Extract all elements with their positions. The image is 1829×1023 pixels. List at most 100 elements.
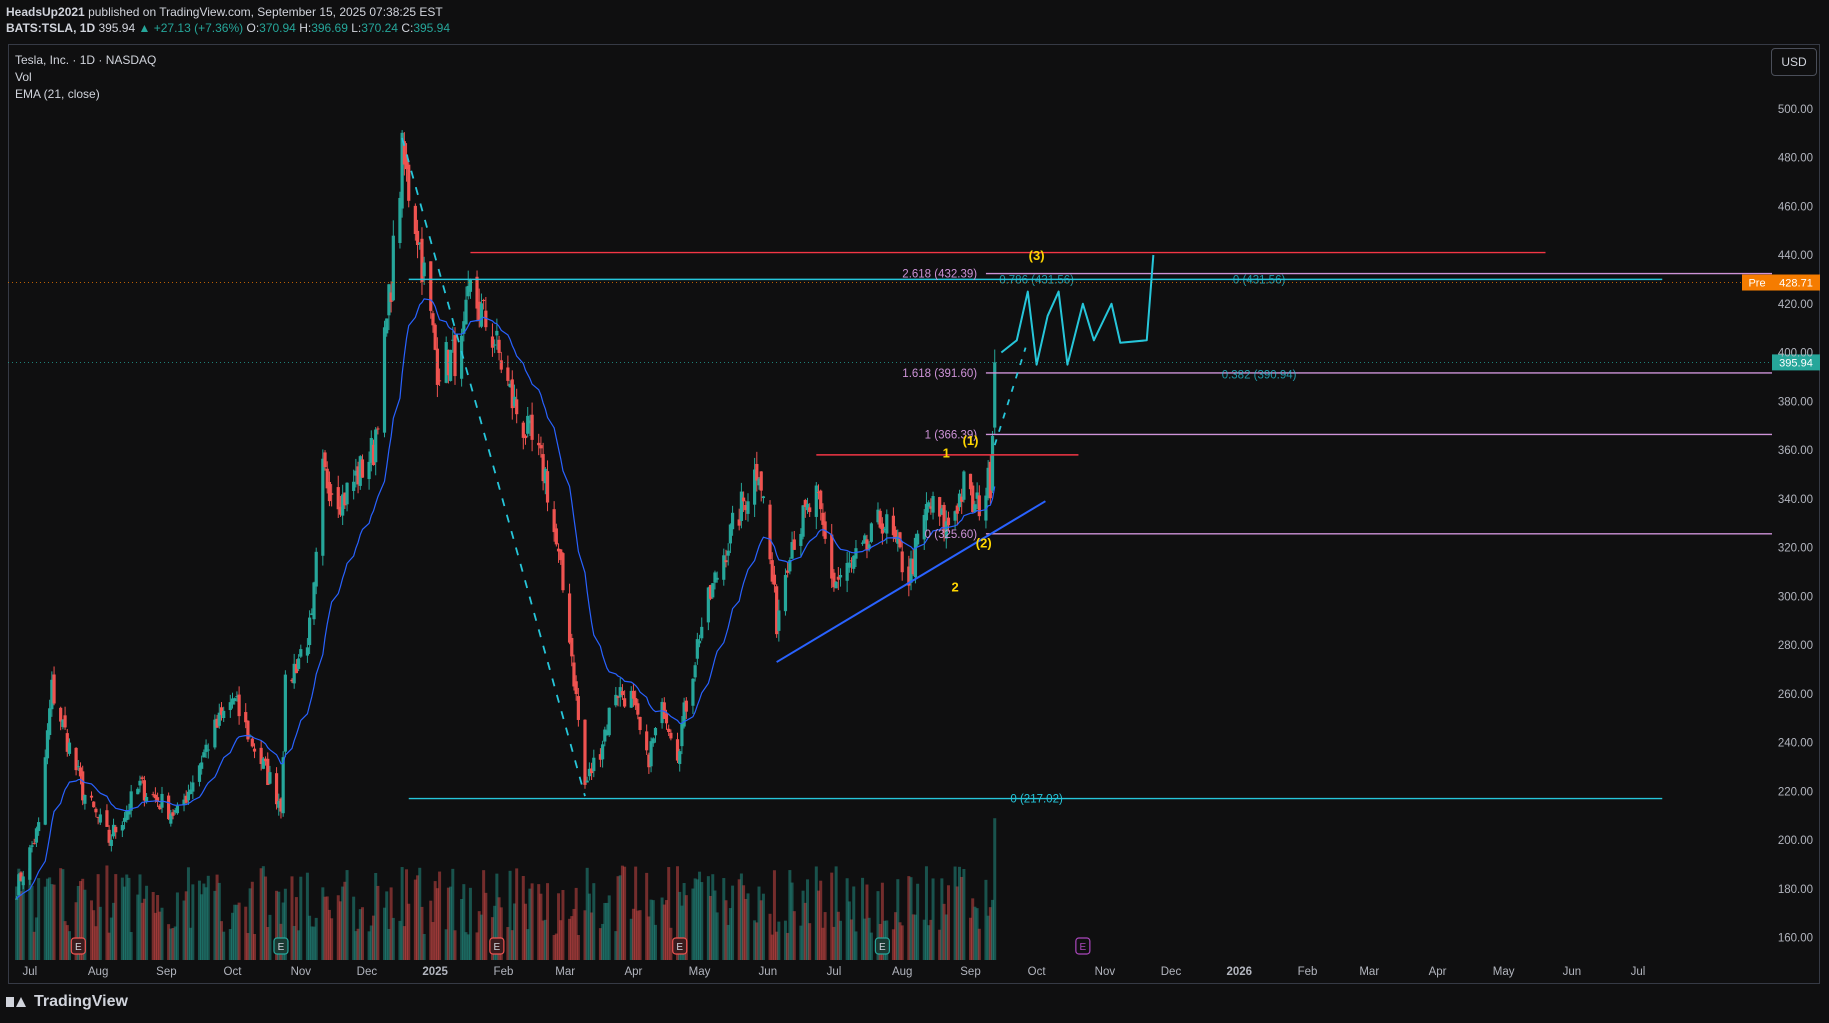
x-tick-label: Dec bbox=[1161, 966, 1182, 978]
projection-path bbox=[1000, 254, 1155, 366]
volume-bar bbox=[360, 907, 364, 960]
candle-body bbox=[916, 533, 920, 545]
volume-bar bbox=[98, 906, 102, 960]
candle-body bbox=[521, 422, 525, 438]
candle-body bbox=[838, 574, 843, 578]
candle-body bbox=[391, 235, 395, 301]
x-tick-label: Nov bbox=[1095, 966, 1116, 978]
candle-body bbox=[741, 497, 746, 502]
fib-extension-label: 1.618 (391.60) bbox=[902, 368, 977, 380]
candle-body bbox=[323, 452, 327, 468]
candle-body bbox=[715, 577, 719, 580]
candle-body bbox=[336, 487, 340, 510]
candle-body bbox=[649, 741, 653, 767]
volume-bar bbox=[977, 928, 981, 960]
chart-legend: Tesla, Inc. · 1D · NASDAQ Vol EMA (21, c… bbox=[15, 52, 156, 103]
volume-bar bbox=[623, 866, 627, 960]
x-tick-label: Mar bbox=[1359, 966, 1379, 978]
volume-bar bbox=[299, 876, 303, 960]
x-tick-label: Oct bbox=[224, 966, 243, 978]
candle-body bbox=[801, 505, 805, 537]
volume-bar bbox=[777, 921, 781, 960]
candle-body bbox=[98, 814, 102, 823]
volume-bar bbox=[607, 895, 611, 960]
volume-bar bbox=[931, 878, 935, 960]
x-tick-label: Jul bbox=[1631, 966, 1646, 978]
volume-bar bbox=[638, 910, 642, 960]
candle-body bbox=[697, 640, 702, 644]
candle-body bbox=[515, 399, 519, 415]
candle-body bbox=[607, 707, 611, 736]
candle-body bbox=[962, 471, 966, 500]
tradingview-brand[interactable]: TradingView bbox=[6, 993, 128, 1011]
candle-body bbox=[576, 696, 580, 720]
fib-retracement-label: 0.382 (390.94) bbox=[1222, 370, 1297, 382]
candle-body bbox=[678, 751, 682, 764]
legend-title[interactable]: Tesla, Inc. · 1D · NASDAQ bbox=[15, 52, 156, 69]
legend-ema[interactable]: EMA (21, close) bbox=[15, 86, 156, 103]
volume-bar bbox=[993, 818, 997, 960]
y-tick-label: 440.00 bbox=[1778, 250, 1813, 262]
volume-bar bbox=[391, 917, 395, 960]
candle-body bbox=[299, 649, 303, 657]
candle-body bbox=[869, 523, 873, 542]
candle-body bbox=[653, 727, 658, 736]
candle-body bbox=[453, 335, 457, 377]
x-tick-label: May bbox=[689, 966, 711, 978]
y-tick-label: 360.00 bbox=[1778, 445, 1813, 457]
candle-body bbox=[583, 719, 587, 785]
volume-bar bbox=[253, 933, 257, 960]
candle-body bbox=[321, 458, 325, 556]
candle-body bbox=[645, 731, 649, 751]
volume-bar bbox=[37, 878, 41, 960]
candle-body bbox=[497, 339, 501, 353]
candle-body bbox=[407, 164, 411, 201]
candle-body bbox=[585, 780, 589, 783]
fib-retracement-label: 0.786 (431.56) bbox=[999, 274, 1074, 286]
candle-body bbox=[726, 550, 730, 556]
x-tick-label: Sep bbox=[156, 966, 176, 978]
candle-body bbox=[200, 762, 204, 769]
volume-bar bbox=[808, 923, 812, 960]
candle-body bbox=[601, 744, 605, 760]
x-tick-label: May bbox=[1493, 966, 1515, 978]
candle-body bbox=[693, 665, 697, 678]
candle-body bbox=[545, 471, 550, 503]
candle-body bbox=[237, 694, 241, 717]
earnings-marker-label: E bbox=[494, 942, 501, 953]
price-chart[interactable]: 2.618 (432.39)1.618 (391.60)1 (366.39)0 … bbox=[0, 0, 1829, 1023]
candle-body bbox=[523, 435, 528, 439]
volume-bar bbox=[145, 885, 149, 960]
candle-body bbox=[367, 461, 371, 480]
candle-body bbox=[755, 463, 759, 481]
candle-body bbox=[15, 898, 19, 900]
candle-body bbox=[499, 360, 503, 370]
candle-body bbox=[429, 261, 433, 311]
fib-retracement-label: 0 (217.02) bbox=[1010, 794, 1063, 806]
candle-body bbox=[977, 495, 981, 517]
wave-label: (1) bbox=[963, 433, 979, 448]
candle-body bbox=[296, 658, 301, 669]
currency-button[interactable]: USD bbox=[1771, 48, 1817, 76]
candle-body bbox=[530, 414, 534, 440]
candle-body bbox=[539, 445, 543, 449]
legend-volume[interactable]: Vol bbox=[15, 69, 156, 86]
volume-bar bbox=[330, 918, 334, 960]
y-tick-label: 420.00 bbox=[1778, 299, 1813, 311]
x-tick-label: Feb bbox=[1298, 966, 1318, 978]
y-tick-label: 260.00 bbox=[1778, 689, 1813, 701]
tradingview-logo-icon bbox=[6, 995, 28, 1009]
wave-label: (3) bbox=[1029, 248, 1045, 263]
candle-body bbox=[554, 528, 558, 545]
x-tick-label: Mar bbox=[555, 966, 575, 978]
volume-bar bbox=[206, 875, 210, 960]
candle-body bbox=[759, 471, 763, 491]
candle-body bbox=[48, 708, 52, 735]
volume-bar bbox=[746, 893, 750, 960]
candle-body bbox=[680, 723, 684, 747]
volume-bar bbox=[114, 874, 118, 960]
candle-body bbox=[990, 435, 995, 491]
volume-bar bbox=[792, 911, 796, 960]
y-tick-label: 400.00 bbox=[1778, 348, 1813, 360]
candle-body bbox=[722, 555, 726, 580]
